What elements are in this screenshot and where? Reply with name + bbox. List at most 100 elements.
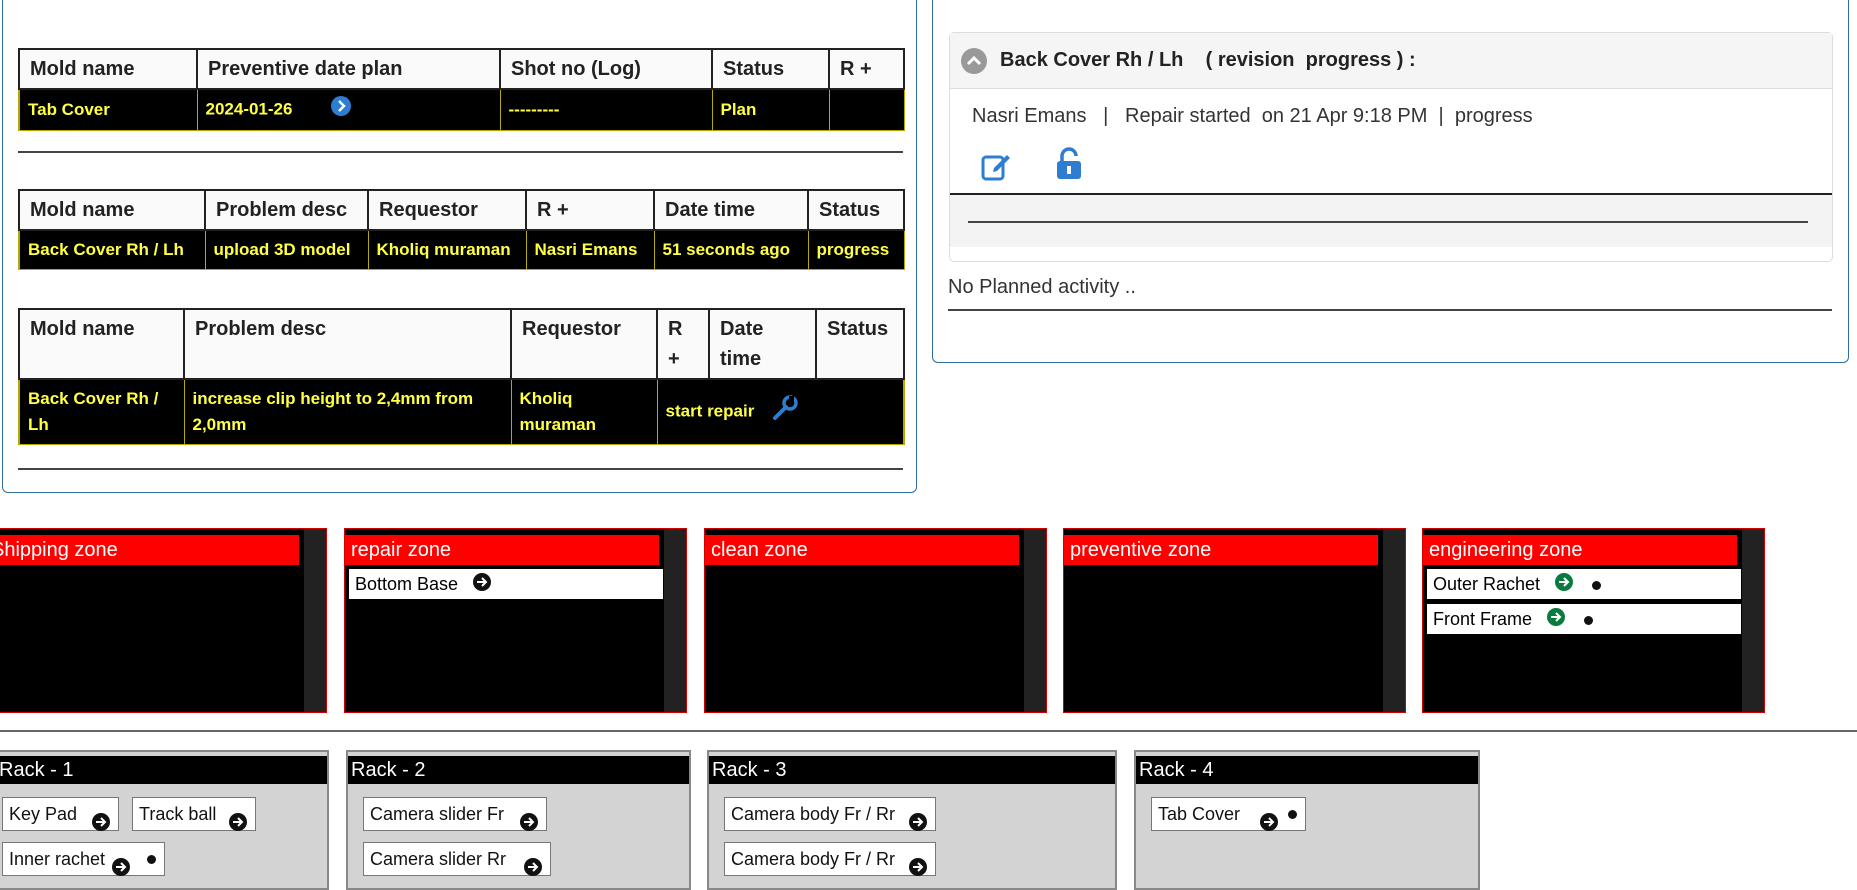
card-title: Back Cover Rh / Lh ( revision progress )… xyxy=(1000,49,1416,71)
cell-r xyxy=(828,88,905,131)
zone-title: repair zone xyxy=(345,535,659,565)
zone-item[interactable]: Bottom Base xyxy=(349,569,663,599)
card-header[interactable]: Back Cover Rh / Lh ( revision progress )… xyxy=(950,33,1832,89)
edit-icon[interactable] xyxy=(980,150,1012,187)
rack-title: Rack - 1 xyxy=(0,756,327,784)
cell-r: Nasri Emans xyxy=(525,229,655,270)
start-repair-link[interactable]: start repair xyxy=(666,401,755,420)
arrow-circle-icon[interactable] xyxy=(112,850,130,882)
chevron-up-circle-icon[interactable] xyxy=(961,48,987,79)
rack-title: Rack - 4 xyxy=(1136,756,1478,784)
status-dot xyxy=(1288,810,1297,819)
card-footer xyxy=(950,193,1832,247)
scrollbar[interactable] xyxy=(1742,529,1764,712)
rack-item-label: Camera body Fr / Rr xyxy=(731,804,896,824)
cell-status: progress xyxy=(807,229,905,270)
arrow-circle-icon[interactable] xyxy=(92,805,110,837)
arrow-circle-icon[interactable] xyxy=(1260,805,1278,837)
rack-item-label: Camera slider Rr xyxy=(370,849,507,869)
rack-4: Rack - 4 Tab Cover xyxy=(1134,750,1480,890)
divider xyxy=(968,221,1808,223)
cell-status: Plan xyxy=(711,88,830,131)
cell-problem: upload 3D model xyxy=(204,229,369,270)
divider xyxy=(0,730,1857,732)
col-r-plus: R + xyxy=(525,189,655,231)
arrow-circle-icon[interactable] xyxy=(909,850,927,882)
zone-item[interactable]: Outer Rachet xyxy=(1427,569,1741,599)
scrollbar[interactable] xyxy=(1383,529,1405,712)
rack-2: Rack - 2 Camera slider Fr Camera slider … xyxy=(346,750,691,890)
arrow-circle-green-icon[interactable] xyxy=(1547,608,1570,630)
rack-item[interactable]: Camera body Fr / Rr xyxy=(724,797,936,832)
col-mold-name: Mold name xyxy=(18,48,198,90)
status-dot xyxy=(1584,615,1594,625)
col-preventive-date: Preventive date plan xyxy=(196,48,501,90)
wrench-icon[interactable] xyxy=(771,395,799,426)
col-problem-desc: Problem desc xyxy=(204,189,369,231)
zone-engineering: engineering zone Outer Rachet Front Fram… xyxy=(1422,528,1765,713)
revision-progress-card: Back Cover Rh / Lh ( revision progress )… xyxy=(949,32,1833,262)
cell-requestor: Kholiq muraman xyxy=(367,229,527,270)
revision-table: Mold name Problem desc Requestor R + Dat… xyxy=(18,189,905,270)
cell-problem: increase clip height to 2,4mm from 2,0mm xyxy=(183,378,512,445)
col-r-plus: R + xyxy=(828,48,905,90)
unlock-icon[interactable] xyxy=(1054,147,1084,186)
rack-item[interactable]: Key Pad xyxy=(2,797,119,832)
col-status: Status xyxy=(807,189,905,231)
divider xyxy=(18,468,903,470)
chevron-right-circle-icon[interactable] xyxy=(331,96,352,124)
rack-1: Rack - 1 Key Pad Track ball Inner rachet xyxy=(0,750,329,890)
scrollbar[interactable] xyxy=(1024,529,1046,712)
zone-repair: repair zone Bottom Base xyxy=(344,528,687,713)
cell-shot: --------- xyxy=(499,88,713,131)
arrow-circle-icon[interactable] xyxy=(520,805,538,837)
col-date-time: Date time xyxy=(708,308,817,380)
scrollbar[interactable] xyxy=(664,529,686,712)
table-row: Back Cover Rh / Lh increase clip height … xyxy=(18,378,905,445)
col-status: Status xyxy=(711,48,830,90)
col-status: Status xyxy=(815,308,905,380)
zone-title: clean zone xyxy=(705,535,1019,565)
status-dot xyxy=(147,855,156,864)
preventive-table: Mold name Preventive date plan Shot no (… xyxy=(18,48,905,131)
rack-title: Rack - 2 xyxy=(348,756,689,784)
col-shot-no: Shot no (Log) xyxy=(499,48,713,90)
repair-table: Mold name Problem desc Requestor R + Dat… xyxy=(18,308,905,445)
arrow-circle-icon[interactable] xyxy=(473,573,492,595)
rack-item-label: Track ball xyxy=(139,804,217,824)
zone-item-label: Outer Rachet xyxy=(1433,574,1541,594)
arrow-circle-icon[interactable] xyxy=(229,805,247,837)
arrow-circle-green-icon[interactable] xyxy=(1555,573,1578,595)
cell-action: start repair xyxy=(656,378,905,445)
zone-title: engineering zone xyxy=(1423,535,1737,565)
rack-item[interactable]: Camera slider Fr xyxy=(363,797,547,832)
col-r-plus: R + xyxy=(656,308,710,380)
zone-clean: clean zone xyxy=(704,528,1047,713)
zone-item[interactable]: Front Frame xyxy=(1427,604,1741,634)
cell-mold: Tab Cover xyxy=(18,88,198,131)
col-mold-name: Mold name xyxy=(18,189,206,231)
rack-item[interactable]: Camera body Fr / Rr xyxy=(724,842,936,877)
table-row: Tab Cover 2024-01-26 --------- Plan xyxy=(18,88,905,131)
col-mold-name: Mold name xyxy=(18,308,185,380)
card-body: Nasri Emans | Repair started on 21 Apr 9… xyxy=(952,89,1812,193)
rack-item[interactable]: Camera slider Rr xyxy=(363,842,551,877)
col-requestor: Requestor xyxy=(367,189,527,231)
rack-item-label: Camera slider Fr xyxy=(370,804,505,824)
rack-item-label: Key Pad xyxy=(9,804,78,824)
cell-datetime: 51 seconds ago xyxy=(653,229,809,270)
rack-item-label: Inner rachet xyxy=(9,849,106,869)
arrow-circle-icon[interactable] xyxy=(909,805,927,837)
cell-mold: Back Cover Rh / Lh xyxy=(18,378,185,445)
rack-item[interactable]: Tab Cover xyxy=(1151,797,1306,832)
progress-info: Nasri Emans | Repair started on 21 Apr 9… xyxy=(972,105,1533,127)
arrow-circle-icon[interactable] xyxy=(524,850,542,882)
zone-title: Shipping zone xyxy=(0,535,299,565)
zone-preventive: preventive zone xyxy=(1063,528,1406,713)
divider xyxy=(18,151,903,153)
zone-item-label: Front Frame xyxy=(1433,609,1533,629)
scrollbar[interactable] xyxy=(304,529,326,712)
rack-item-label: Camera body Fr / Rr xyxy=(731,849,896,869)
rack-item[interactable]: Track ball xyxy=(132,797,256,832)
rack-item[interactable]: Inner rachet xyxy=(2,842,165,877)
